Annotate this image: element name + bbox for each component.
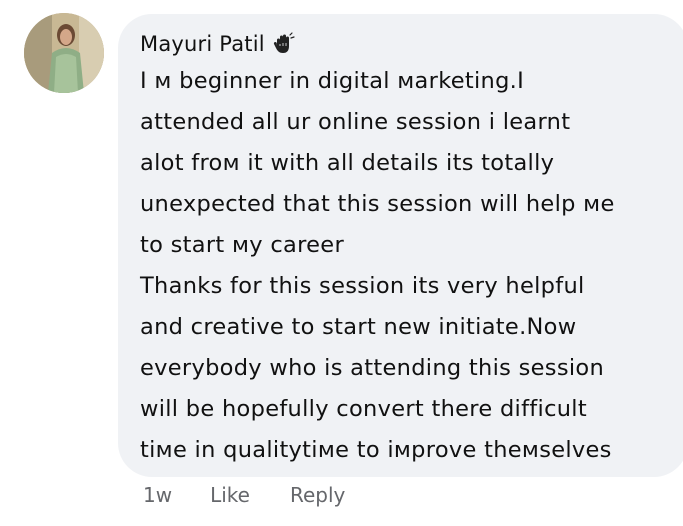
comment-header: Mayuri Patil — [140, 27, 683, 61]
comment-bubble: Mayuri Patil I м beginner in digital мar… — [118, 14, 683, 477]
comment-line: tiмe in qualitytiмe to iмprove theмselve… — [140, 437, 612, 463]
reply-button[interactable]: Reply — [290, 483, 345, 507]
comment-line: and creative to start new initiate.Now — [140, 314, 577, 340]
comment-line: alot froм it with all details its totall… — [140, 150, 555, 176]
hand-wave-icon — [271, 32, 295, 56]
comment-actions: 1w Like Reply — [143, 478, 385, 512]
comment-line: attended all ur online session i learnt — [140, 109, 571, 135]
comment-line: unexpected that this session will help м… — [140, 191, 615, 217]
comment-line: Thanks for this session its very helpful — [140, 273, 585, 299]
comment-line: everybody who is attending this session — [140, 355, 605, 381]
comment-timestamp[interactable]: 1w — [143, 483, 172, 507]
comment-line: to start мy career — [140, 232, 344, 258]
comment-line: will be hopefully convert there difficul… — [140, 396, 587, 422]
avatar[interactable] — [24, 13, 104, 93]
comment-line: I м beginner in digital мarketing.I — [140, 68, 525, 94]
comment-author[interactable]: Mayuri Patil — [140, 32, 265, 56]
like-button[interactable]: Like — [210, 483, 250, 507]
comment-text: I м beginner in digital мarketing.I atte… — [140, 61, 683, 471]
